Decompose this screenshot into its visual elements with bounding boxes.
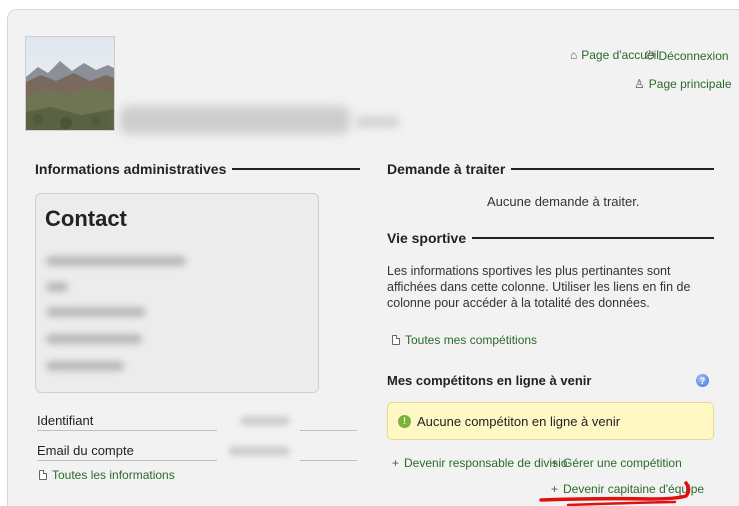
- section-rule: [511, 168, 714, 170]
- field-underline: [300, 430, 357, 431]
- field-label-email: Email du compte: [37, 443, 134, 458]
- power-icon: ⏻: [645, 48, 655, 62]
- user-name-redacted: [120, 106, 350, 134]
- document-icon: [392, 335, 400, 345]
- logout-link[interactable]: ⏻ Déconnexion: [645, 48, 729, 63]
- contact-line-redacted: [46, 282, 68, 292]
- manage-competition-link[interactable]: + Gérer une compétition: [551, 456, 682, 470]
- user-icon: ♙: [634, 77, 645, 91]
- home-icon: ⌂: [570, 48, 578, 62]
- all-competitions-link[interactable]: Toutes mes compétitions: [392, 333, 537, 347]
- become-team-captain-link[interactable]: + Devenir capitaine d'équipe: [551, 482, 704, 496]
- plus-icon: +: [551, 482, 559, 496]
- contact-title: Contact: [45, 206, 127, 231]
- plus-icon: +: [392, 456, 400, 470]
- all-info-link[interactable]: Toutes les informations: [39, 468, 175, 482]
- online-competitions-title: Mes compétitons en ligne à venir: [387, 373, 592, 388]
- contact-line-redacted: [46, 256, 186, 266]
- no-online-competition-notice: ! Aucune compétiton en ligne à venir: [387, 402, 714, 440]
- help-icon[interactable]: ?: [696, 374, 709, 387]
- plus-icon: +: [551, 456, 559, 470]
- contact-line-redacted: [46, 361, 124, 371]
- field-underline: [37, 430, 217, 431]
- admin-section-title: Informations administratives: [35, 161, 360, 177]
- field-underline: [300, 460, 357, 461]
- requests-section-title: Demande à traiter: [387, 161, 714, 177]
- sport-section-title: Vie sportive: [387, 230, 714, 246]
- info-icon: !: [398, 414, 411, 428]
- identifier-value-redacted: [240, 416, 290, 426]
- email-value-redacted: [228, 446, 290, 456]
- sport-description: Les informations sportives les plus pert…: [387, 264, 691, 310]
- section-rule: [472, 237, 714, 239]
- contact-card: Contact: [35, 193, 319, 393]
- field-underline: [37, 460, 217, 461]
- contact-line-redacted: [46, 334, 142, 344]
- document-icon: [39, 470, 47, 480]
- main-page-link[interactable]: ♙ Page principale: [634, 77, 732, 91]
- contact-line-redacted: [46, 307, 146, 317]
- become-division-manager-link[interactable]: + Devenir responsable de divisio: [392, 456, 567, 470]
- user-meta-redacted: [355, 116, 400, 128]
- no-requests-text: Aucune demande à traiter.: [487, 194, 640, 209]
- field-label-identifier: Identifiant: [37, 413, 94, 428]
- section-rule: [232, 168, 360, 170]
- profile-photo: [25, 36, 115, 131]
